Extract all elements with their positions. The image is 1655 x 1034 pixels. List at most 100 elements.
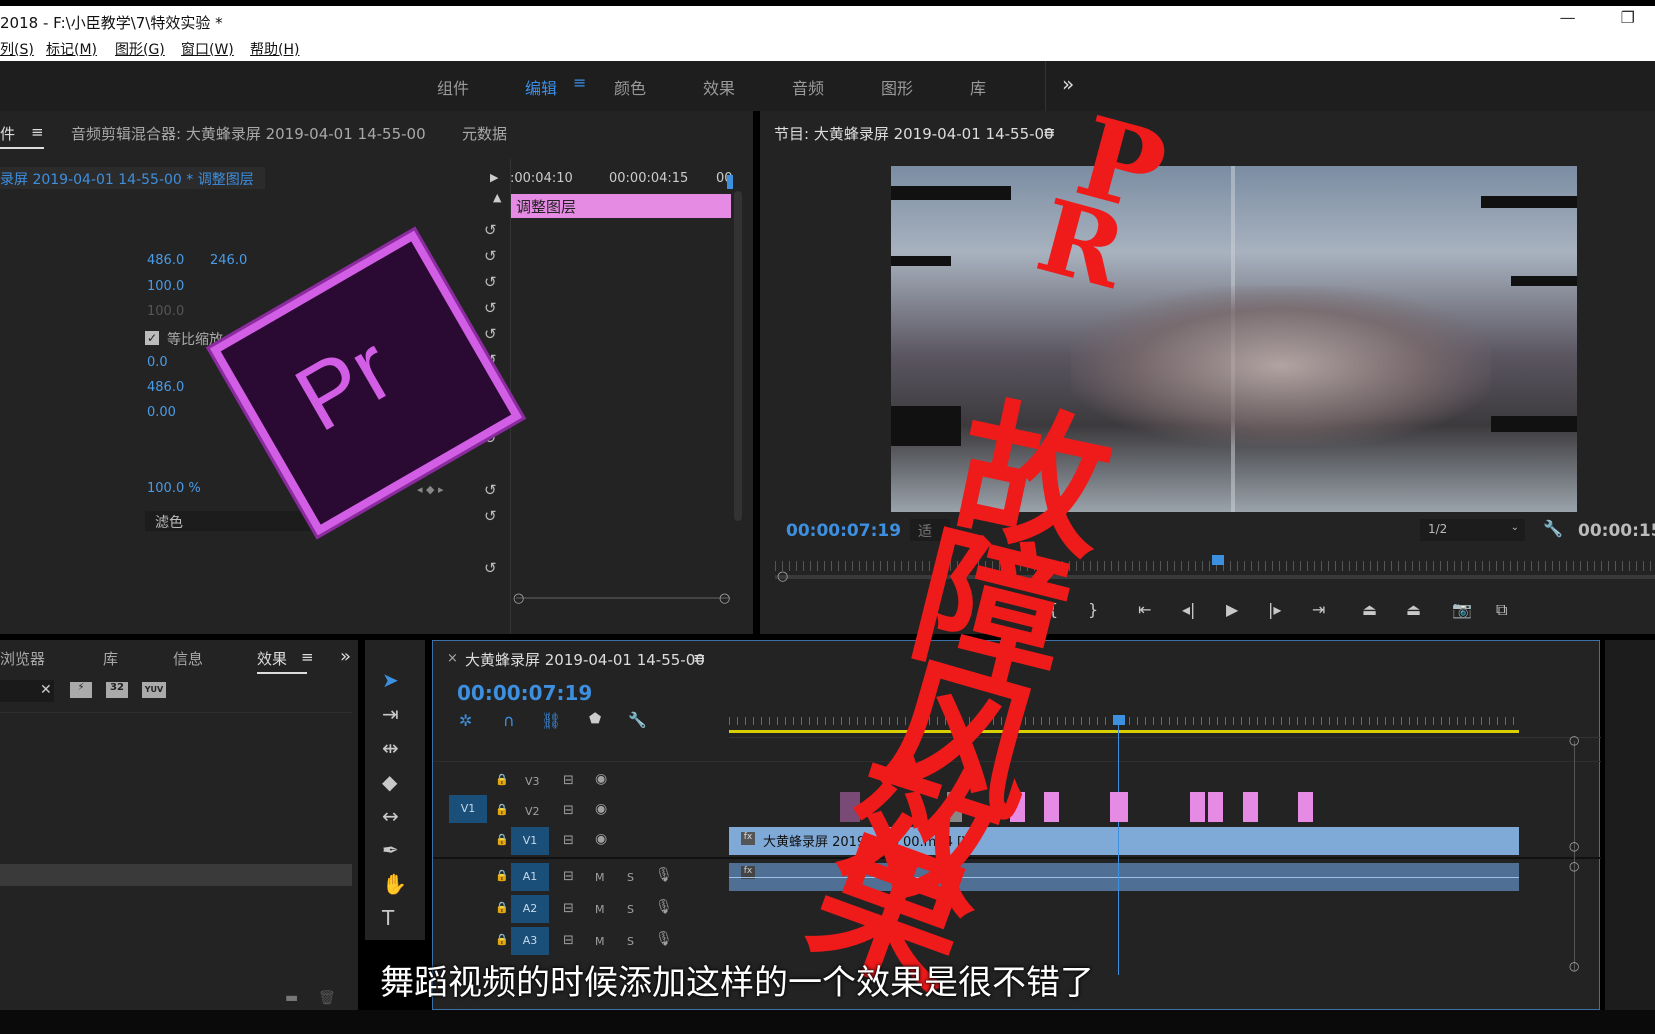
tab-libraries[interactable]: 库	[103, 648, 118, 669]
mic-icon[interactable]: 🎙	[655, 899, 673, 915]
eye-icon[interactable]: ◉	[595, 831, 607, 847]
mute-button[interactable]: M	[595, 871, 605, 884]
lift-icon[interactable]: ⏏	[1362, 600, 1377, 619]
mic-icon[interactable]: 🎙	[655, 931, 673, 947]
mute-button[interactable]: M	[595, 903, 605, 916]
accelerated-effects-icon[interactable]: ⚡	[70, 682, 92, 698]
snap-icon[interactable]: ∩	[503, 711, 515, 730]
menu-window[interactable]: 窗口(W)	[181, 39, 234, 59]
sync-lock-icon[interactable]: ⊟	[563, 869, 574, 884]
collapse-up-icon[interactable]: ▲	[493, 191, 501, 204]
workspace-audio[interactable]: 音频	[792, 75, 824, 99]
track-label-a2[interactable]: A2	[511, 895, 549, 923]
blend-mode-select[interactable]: 滤色	[145, 511, 315, 531]
zoom-handle[interactable]: ○	[1569, 959, 1579, 973]
adjustment-clip-v2[interactable]	[1298, 792, 1313, 822]
resolution-select[interactable]: 1/2 ⌄	[1420, 519, 1525, 541]
keyframe-nav-icon[interactable]: ◂ ◆ ▸	[417, 483, 444, 496]
restore-button[interactable]: ❐	[1621, 8, 1635, 27]
new-folder-icon[interactable]: ▬	[285, 990, 298, 1006]
adjustment-clip-v2[interactable]	[1208, 792, 1223, 822]
play-icon[interactable]: ▶	[1226, 600, 1238, 619]
adjustment-clip-v2[interactable]	[1044, 792, 1059, 822]
vertical-zoom-bar[interactable]	[1574, 741, 1575, 971]
track-lock-icon[interactable]: 🔒	[495, 869, 509, 882]
workspace-libraries[interactable]: 库	[970, 75, 986, 99]
workspace-graphics[interactable]: 图形	[881, 75, 913, 99]
sync-lock-icon[interactable]: ⊟	[563, 901, 574, 916]
sync-lock-icon[interactable]: ⊟	[563, 833, 574, 848]
extract-icon[interactable]: ⏏	[1406, 600, 1421, 619]
track-label-v1[interactable]: V1	[511, 827, 549, 855]
track-lock-icon[interactable]: 🔒	[495, 833, 509, 846]
ripple-edit-tool-icon[interactable]: ⇹	[382, 736, 399, 760]
timeline-settings-icon[interactable]: 🔧	[628, 711, 647, 729]
type-tool-icon[interactable]: T	[382, 906, 394, 930]
ec-playhead[interactable]	[727, 175, 733, 189]
tab-effect-controls[interactable]: 件	[0, 123, 15, 144]
reset-icon[interactable]: ↺	[484, 299, 497, 317]
position-x-value[interactable]: 486.0	[147, 253, 184, 268]
sync-lock-icon[interactable]: ⊟	[563, 773, 574, 788]
selected-effect-row[interactable]	[0, 864, 352, 886]
play-triangle-icon[interactable]: ▶	[490, 171, 498, 184]
effects-menu-icon[interactable]: ≡	[301, 648, 314, 666]
timeline-sequence-title[interactable]: 大黄蜂录屏 2019-04-01 14-55-00	[465, 649, 705, 670]
track-lock-icon[interactable]: 🔒	[495, 803, 509, 816]
scale-value[interactable]: 100.0	[147, 279, 184, 294]
reset-icon[interactable]: ↺	[484, 507, 497, 525]
menu-graphics[interactable]: 图形(G)	[115, 39, 165, 59]
scrub-handle-left[interactable]: ○	[777, 569, 788, 584]
mute-button[interactable]: M	[595, 935, 605, 948]
eye-icon[interactable]: ◉	[595, 801, 607, 817]
ec-zoom-bar[interactable]	[516, 597, 730, 599]
reset-icon[interactable]: ↺	[484, 559, 497, 577]
adjustment-clip-v2[interactable]	[1190, 792, 1205, 822]
anchor-value[interactable]: 486.0	[147, 380, 184, 395]
add-marker-icon[interactable]: ⬟	[589, 711, 601, 727]
pen-tool-icon[interactable]: ✒	[382, 838, 399, 862]
tab-effects[interactable]: 效果	[257, 648, 287, 669]
slip-tool-icon[interactable]: ↔	[382, 804, 399, 828]
reset-icon[interactable]: ↺	[484, 247, 497, 265]
reset-icon[interactable]: ↺	[484, 481, 497, 499]
track-lock-icon[interactable]: 🔒	[495, 773, 509, 786]
minimize-button[interactable]: —	[1560, 8, 1576, 27]
track-label-a1[interactable]: A1	[511, 863, 549, 891]
workspace-more-icon[interactable]: »	[1062, 72, 1074, 96]
program-timecode[interactable]: 00:00:07:19	[786, 521, 901, 541]
go-to-in-icon[interactable]: ⇤	[1138, 600, 1151, 619]
step-forward-icon[interactable]: |▸	[1268, 600, 1281, 619]
razor-tool-icon[interactable]: ◆	[382, 770, 397, 794]
tab-menu-icon[interactable]: ≡	[31, 123, 44, 141]
sync-lock-icon[interactable]: ⊟	[563, 933, 574, 948]
nest-icon[interactable]: ✲	[459, 711, 472, 730]
zoom-handle-right[interactable]: ○	[719, 591, 730, 606]
workspace-color[interactable]: 颜色	[614, 75, 646, 99]
program-playhead[interactable]	[1212, 555, 1224, 565]
solo-button[interactable]: S	[627, 935, 634, 948]
tab-media-browser[interactable]: 浏览器	[0, 648, 45, 669]
zoom-handle[interactable]: ○	[1569, 859, 1579, 873]
wrench-icon[interactable]: 🔧	[1543, 519, 1563, 538]
workspace-assembly[interactable]: 组件	[437, 75, 469, 99]
eye-icon[interactable]: ◉	[595, 771, 607, 787]
timeline-playhead-head[interactable]	[1113, 715, 1125, 725]
opacity-value[interactable]: 100.0 %	[147, 481, 201, 496]
delete-icon[interactable]: 🗑	[318, 990, 336, 1006]
tab-audio-clip-mixer[interactable]: 音频剪辑混合器: 大黄蜂录屏 2019-04-01 14-55-00	[71, 123, 426, 144]
workspace-effects[interactable]: 效果	[703, 75, 735, 99]
adjustment-layer-clip[interactable]: 调整图层	[511, 194, 731, 218]
track-lock-icon[interactable]: 🔒	[495, 901, 509, 914]
camera-icon[interactable]: 📷	[1452, 600, 1472, 619]
step-back-icon[interactable]: ◂|	[1182, 600, 1195, 619]
yuv-effects-icon[interactable]: YUV	[142, 682, 166, 698]
mic-icon[interactable]: 🎙	[655, 867, 673, 883]
zoom-handle-left[interactable]: ○	[513, 591, 524, 606]
menu-sequence[interactable]: 列(S)	[0, 39, 34, 59]
scrub-bar[interactable]	[775, 575, 1655, 579]
mark-out-icon[interactable]: }	[1088, 600, 1098, 619]
solo-button[interactable]: S	[627, 871, 634, 884]
menu-help[interactable]: 帮助(H)	[250, 39, 299, 59]
reset-icon[interactable]: ↺	[484, 273, 497, 291]
